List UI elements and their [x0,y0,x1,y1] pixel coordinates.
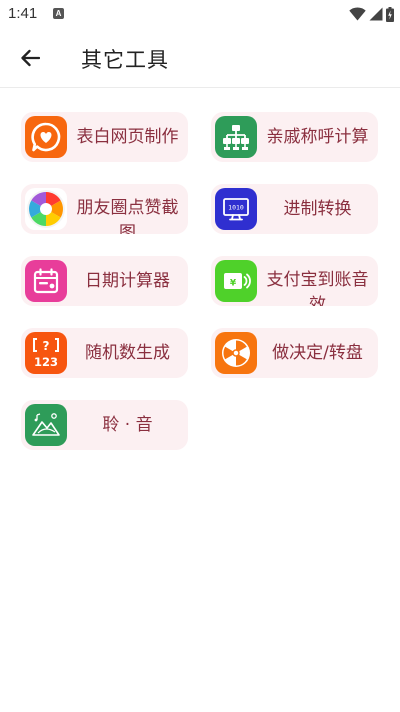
status-icons [349,6,394,22]
tool-label: 进制转换 [283,198,352,219]
tool-label: 亲戚称呼计算 [266,126,369,147]
status-time: 1:41 [8,5,38,22]
wheel-icon [215,332,257,374]
tool-card-random-number[interactable]: ? 123 随机数生成 [21,328,188,378]
tool-card-moments-likes-screenshot[interactable]: 朋友圈点赞截图 [21,184,188,234]
tool-label: 日期计算器 [85,270,170,291]
payment-sound-icon: ¥ [215,260,257,302]
svg-text:1010: 1010 [228,204,244,212]
status-bar: 1:41 A [0,0,400,28]
calendar-icon [25,260,67,302]
tool-card-base-conversion[interactable]: 1010 进制转换 [211,184,378,234]
tool-label: 做决定/转盘 [272,342,363,363]
svg-text:123: 123 [34,355,58,369]
page-title: 其它工具 [81,48,169,72]
tool-label: 随机数生成 [85,342,170,363]
notification-icon: A [53,8,64,19]
random-number-icon: ? 123 [25,332,67,374]
speech-heart-icon [25,116,67,158]
music-mountain-icon [25,404,67,446]
app-bar: 其它工具 [0,28,400,88]
tool-label: 表白网页制作 [76,126,179,147]
tool-label: 朋友圈点赞截图 [76,198,179,234]
tool-card-confession-page[interactable]: 表白网页制作 [21,112,188,162]
tool-card-date-calculator[interactable]: 日期计算器 [21,256,188,306]
camera-aperture-icon [25,188,67,230]
org-tree-icon [215,116,257,158]
tool-label: 聆 · 音 [102,414,153,435]
svg-text:¥: ¥ [230,279,237,289]
tool-card-decision-wheel[interactable]: 做决定/转盘 [211,328,378,378]
monitor-binary-icon: 1010 [215,188,257,230]
tool-card-relative-title[interactable]: 亲戚称呼计算 [211,112,378,162]
wifi-icon [349,7,366,21]
svg-text:?: ? [43,339,50,353]
arrow-back-icon [21,49,40,67]
back-button[interactable] [14,42,46,74]
tool-label: 支付宝到账音效 [266,270,369,306]
tool-card-alipay-sound[interactable]: ¥ 支付宝到账音效 [211,256,378,306]
battery-icon [386,6,394,22]
signal-icon [369,7,383,21]
tool-card-ling-yin[interactable]: 聆 · 音 [21,400,188,450]
